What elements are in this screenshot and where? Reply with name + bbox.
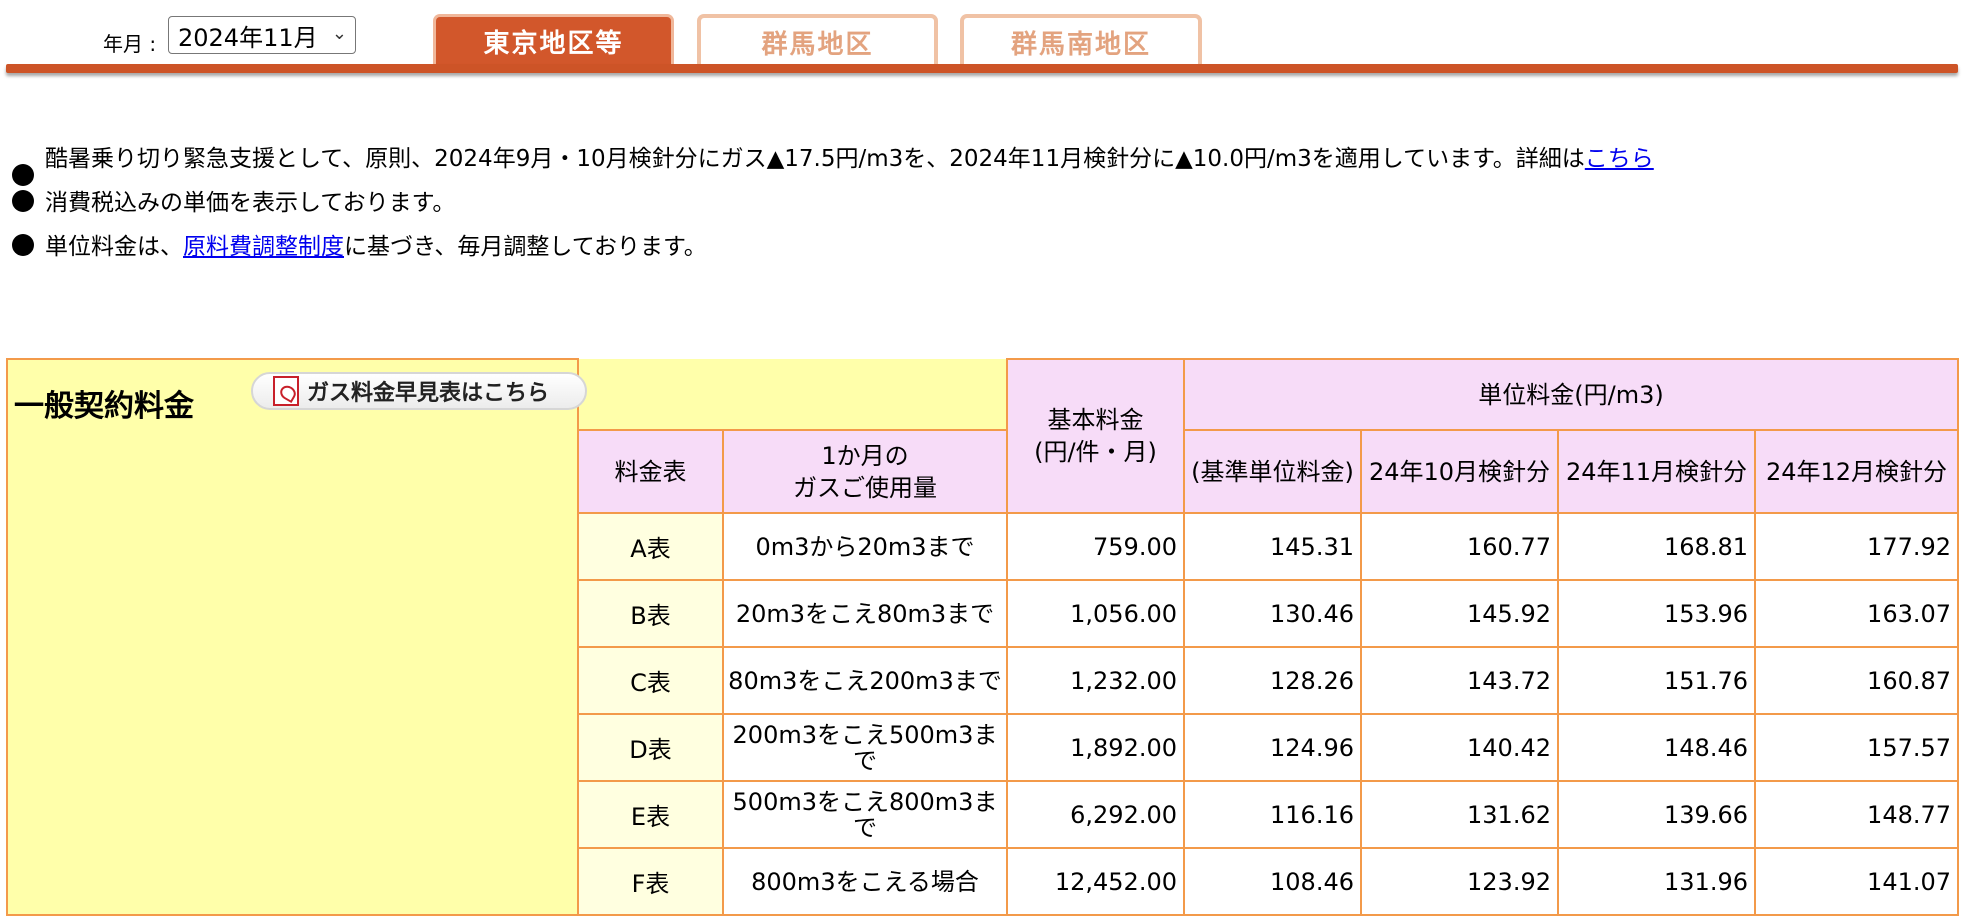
bullet-icon bbox=[12, 190, 34, 212]
nov-cell: 153.96 bbox=[1557, 579, 1756, 648]
note-heat-support: 酷暑乗り切り緊急支援として、原則、2024年9月・10月検針分にガス▲17.5円… bbox=[12, 142, 1672, 186]
note-tax-included: 消費税込みの単価を表示しております。 bbox=[12, 186, 1672, 221]
oct-cell: 145.92 bbox=[1360, 579, 1559, 648]
oct-cell: 123.92 bbox=[1360, 847, 1559, 916]
chevron-down-icon: ⌄ bbox=[331, 23, 347, 44]
details-link[interactable]: こちら bbox=[1585, 146, 1654, 172]
rate-table-cell: B表 bbox=[577, 579, 724, 648]
dec-cell: 160.87 bbox=[1753, 646, 1960, 715]
rate-table: 一般契約料金 ガス料金早見表はこちら 基本料金 (円/件・月) 単位料金(円/m… bbox=[6, 358, 1960, 916]
nov-cell: 168.81 bbox=[1557, 512, 1756, 581]
col-monthly-usage-line2: ガスご使用量 bbox=[793, 473, 937, 502]
dec-cell: 157.57 bbox=[1753, 713, 1960, 782]
col-oct-reading: 24年10月検針分 bbox=[1360, 429, 1559, 514]
tab-bar-underline bbox=[6, 64, 1958, 73]
general-contract-title-cell: 一般契約料金 ガス料金早見表はこちら bbox=[6, 358, 587, 916]
table-title: 一般契約料金 bbox=[14, 389, 194, 424]
header-spacer bbox=[578, 359, 1007, 431]
col-unit-fee-group: 単位料金(円/m3) bbox=[1182, 358, 1960, 431]
note-tax-included-text: 消費税込みの単価を表示しております。 bbox=[45, 190, 456, 216]
pdf-icon bbox=[273, 376, 299, 406]
note-suffix: に基づき、毎月調整しております。 bbox=[344, 234, 707, 260]
col-base-unit-fee: (基準単位料金) bbox=[1183, 429, 1362, 514]
base-unit-cell: 145.31 bbox=[1183, 512, 1362, 581]
basic-fee-cell: 1,232.00 bbox=[1006, 646, 1185, 715]
oct-cell: 140.42 bbox=[1360, 713, 1559, 782]
tab-gunma[interactable]: 群馬地区 bbox=[697, 14, 938, 66]
oct-cell: 143.72 bbox=[1360, 646, 1559, 715]
tab-gunma-south[interactable]: 群馬南地区 bbox=[960, 14, 1202, 66]
col-rate-table: 料金表 bbox=[577, 429, 724, 514]
dec-cell: 148.77 bbox=[1753, 780, 1960, 849]
basic-fee-cell: 6,292.00 bbox=[1006, 780, 1185, 849]
col-monthly-usage-line1: 1か月の bbox=[821, 441, 909, 470]
rate-table-cell: A表 bbox=[577, 512, 724, 581]
pdf-quick-chart-button[interactable]: ガス料金早見表はこちら bbox=[251, 372, 587, 410]
col-basic-fee: 基本料金 (円/件・月) bbox=[1006, 358, 1185, 514]
month-label: 年月 : bbox=[103, 32, 157, 56]
col-dec-reading: 24年12月検針分 bbox=[1753, 429, 1960, 514]
basic-fee-cell: 12,452.00 bbox=[1006, 847, 1185, 916]
base-unit-cell: 130.46 bbox=[1183, 579, 1362, 648]
usage-cell: 0m3から20m3まで bbox=[722, 512, 1008, 581]
note-heat-support-text: 酷暑乗り切り緊急支援として、原則、2024年9月・10月検針分にガス▲17.5円… bbox=[45, 146, 1585, 172]
notes-list: 酷暑乗り切り緊急支援として、原則、2024年9月・10月検針分にガス▲17.5円… bbox=[12, 142, 1672, 274]
basic-fee-cell: 1,056.00 bbox=[1006, 579, 1185, 648]
basic-fee-cell: 759.00 bbox=[1006, 512, 1185, 581]
rate-table-cell: D表 bbox=[577, 713, 724, 782]
dec-cell: 163.07 bbox=[1753, 579, 1960, 648]
month-select-value: 2024年11月 bbox=[178, 23, 318, 52]
rate-table-cell: E表 bbox=[577, 780, 724, 849]
col-basic-fee-line2: (円/件・月) bbox=[1034, 438, 1157, 466]
dec-cell: 141.07 bbox=[1753, 847, 1960, 916]
base-unit-cell: 116.16 bbox=[1183, 780, 1362, 849]
tab-tokyo[interactable]: 東京地区等 bbox=[433, 14, 674, 66]
base-unit-cell: 128.26 bbox=[1183, 646, 1362, 715]
usage-cell: 800m3をこえる場合 bbox=[722, 847, 1008, 916]
dec-cell: 177.92 bbox=[1753, 512, 1960, 581]
rate-table-cell: F表 bbox=[577, 847, 724, 916]
oct-cell: 131.62 bbox=[1360, 780, 1559, 849]
bullet-icon bbox=[12, 164, 34, 186]
nov-cell: 139.66 bbox=[1557, 780, 1756, 849]
oct-cell: 160.77 bbox=[1360, 512, 1559, 581]
bullet-icon bbox=[12, 234, 34, 256]
basic-fee-cell: 1,892.00 bbox=[1006, 713, 1185, 782]
col-monthly-usage: 1か月の ガスご使用量 bbox=[722, 429, 1008, 514]
fuel-cost-adjustment-link[interactable]: 原料費調整制度 bbox=[183, 234, 344, 260]
col-nov-reading: 24年11月検針分 bbox=[1557, 429, 1756, 514]
nov-cell: 131.96 bbox=[1557, 847, 1756, 916]
rate-table-cell: C表 bbox=[577, 646, 724, 715]
nov-cell: 148.46 bbox=[1557, 713, 1756, 782]
nov-cell: 151.76 bbox=[1557, 646, 1756, 715]
base-unit-cell: 124.96 bbox=[1183, 713, 1362, 782]
month-select[interactable]: 2024年11月 ⌄ bbox=[168, 16, 356, 54]
base-unit-cell: 108.46 bbox=[1183, 847, 1362, 916]
note-fuel-cost-adjustment: 単位料金は、原料費調整制度に基づき、毎月調整しております。 bbox=[12, 230, 1672, 265]
usage-cell: 20m3をこえ80m3まで bbox=[722, 579, 1008, 648]
pdf-quick-chart-label: ガス料金早見表はこちら bbox=[307, 381, 550, 406]
note-prefix: 単位料金は、 bbox=[45, 234, 183, 260]
usage-cell: 200m3をこえ500m3まで bbox=[722, 713, 1008, 782]
usage-cell: 80m3をこえ200m3まで bbox=[722, 646, 1008, 715]
usage-cell: 500m3をこえ800m3まで bbox=[722, 780, 1008, 849]
col-basic-fee-line1: 基本料金 bbox=[1047, 406, 1144, 434]
